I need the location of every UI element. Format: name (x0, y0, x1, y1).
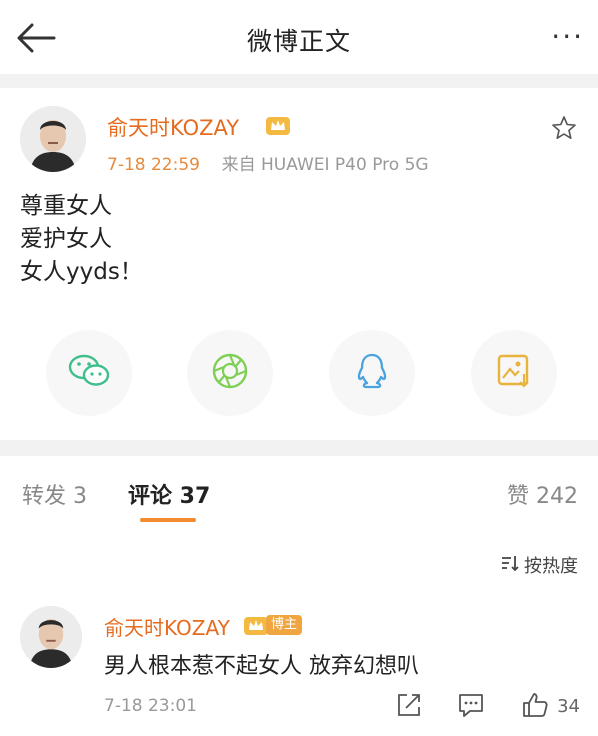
sort-icon (500, 554, 520, 577)
post-author-name[interactable]: 俞天时KOZAY (107, 112, 239, 142)
page-title: 微博正文 (246, 27, 351, 56)
favorite-star-icon[interactable] (550, 114, 578, 142)
wechat-icon (67, 352, 111, 394)
tab-like[interactable]: 赞 242 (507, 478, 578, 510)
comment-text: 男人根本惹不起女人 放弃幻想叭 (104, 654, 419, 679)
tab-repost[interactable]: 转发 3 (22, 478, 87, 510)
more-options-icon[interactable]: ··· (551, 22, 584, 52)
vip-crown-icon (265, 114, 291, 136)
share-comment-icon[interactable] (394, 690, 424, 720)
save-image-button[interactable] (471, 330, 557, 416)
share-row (0, 330, 598, 416)
sort-label: 按热度 (524, 556, 578, 577)
share-moments-button[interactable] (187, 330, 273, 416)
author-badge: 博主 (266, 615, 303, 635)
qq-icon (353, 351, 391, 395)
moments-icon (210, 351, 250, 395)
comment-like-count: 34 (557, 696, 580, 717)
post-content: 尊重女人 爱护女人 女人yyds！ (20, 190, 143, 289)
comment-time: 7-18 23:01 (104, 696, 197, 716)
post-source: 来自 HUAWEI P40 Pro 5G (221, 155, 429, 175)
active-tab-indicator (140, 518, 196, 522)
save-image-icon (495, 352, 533, 394)
section-divider (0, 74, 598, 88)
tab-comment[interactable]: 评论 37 (128, 478, 210, 510)
share-qq-button[interactable] (329, 330, 415, 416)
post-line: 尊重女人 (20, 193, 112, 219)
top-bar: 微博正文 ··· (0, 0, 598, 74)
post-author-avatar[interactable] (20, 106, 86, 172)
sort-by-hot-button[interactable]: 按热度 (500, 552, 578, 578)
post-line: 女人yyds！ (20, 259, 143, 285)
comment-author-name[interactable]: 俞天时KOZAY (104, 612, 230, 641)
section-divider (0, 440, 598, 456)
thumbs-up-icon[interactable] (520, 690, 550, 720)
post-time: 7-18 22:59 (107, 155, 200, 175)
post-line: 爱护女人 (20, 226, 112, 252)
reply-comment-icon[interactable] (456, 690, 486, 720)
share-wechat-button[interactable] (46, 330, 132, 416)
comment-author-avatar[interactable] (20, 606, 82, 668)
post-meta: 7-18 22:59 来自 HUAWEI P40 Pro 5G (107, 150, 429, 175)
